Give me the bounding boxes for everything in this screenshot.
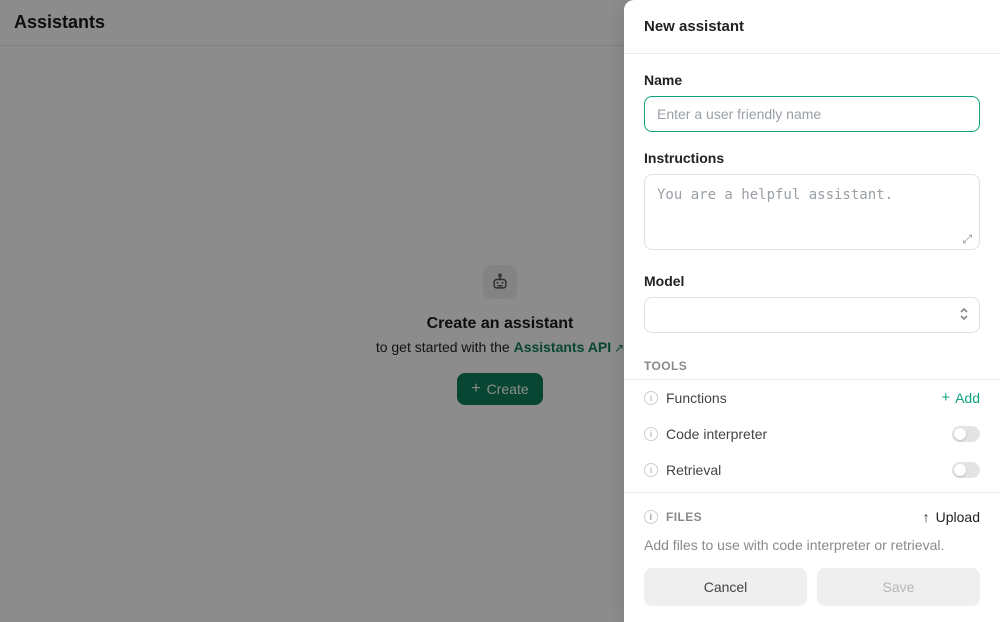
functions-label: Functions: [666, 390, 727, 406]
add-function-button[interactable]: + Add: [941, 390, 980, 406]
info-icon[interactable]: i: [644, 463, 658, 477]
retrieval-label: Retrieval: [666, 462, 721, 478]
name-input[interactable]: [644, 96, 980, 132]
tools-section-label: TOOLS: [644, 359, 980, 373]
info-icon[interactable]: i: [644, 391, 658, 405]
upload-button[interactable]: ↑ Upload: [923, 509, 980, 525]
expand-icon[interactable]: ⤢: [962, 232, 972, 247]
panel-title: New assistant: [644, 18, 980, 35]
files-hint: Add files to use with code interpreter o…: [644, 537, 980, 553]
instructions-label: Instructions: [644, 150, 980, 166]
save-button[interactable]: Save: [817, 568, 980, 606]
model-label: Model: [644, 273, 980, 289]
info-icon[interactable]: i: [644, 427, 658, 441]
new-assistant-panel: New assistant Name Instructions ⤢ Model …: [624, 0, 1000, 622]
chevron-up-down-icon: [959, 307, 969, 324]
retrieval-toggle[interactable]: [952, 462, 980, 478]
cancel-button[interactable]: Cancel: [644, 568, 807, 606]
instructions-input[interactable]: [644, 174, 980, 250]
info-icon[interactable]: i: [644, 510, 658, 524]
code-interpreter-label: Code interpreter: [666, 426, 767, 442]
code-interpreter-toggle[interactable]: [952, 426, 980, 442]
files-section-label: FILES: [666, 510, 702, 524]
model-select[interactable]: [644, 297, 980, 333]
upload-icon: ↑: [923, 509, 930, 525]
plus-icon: +: [941, 391, 950, 405]
name-label: Name: [644, 72, 980, 88]
